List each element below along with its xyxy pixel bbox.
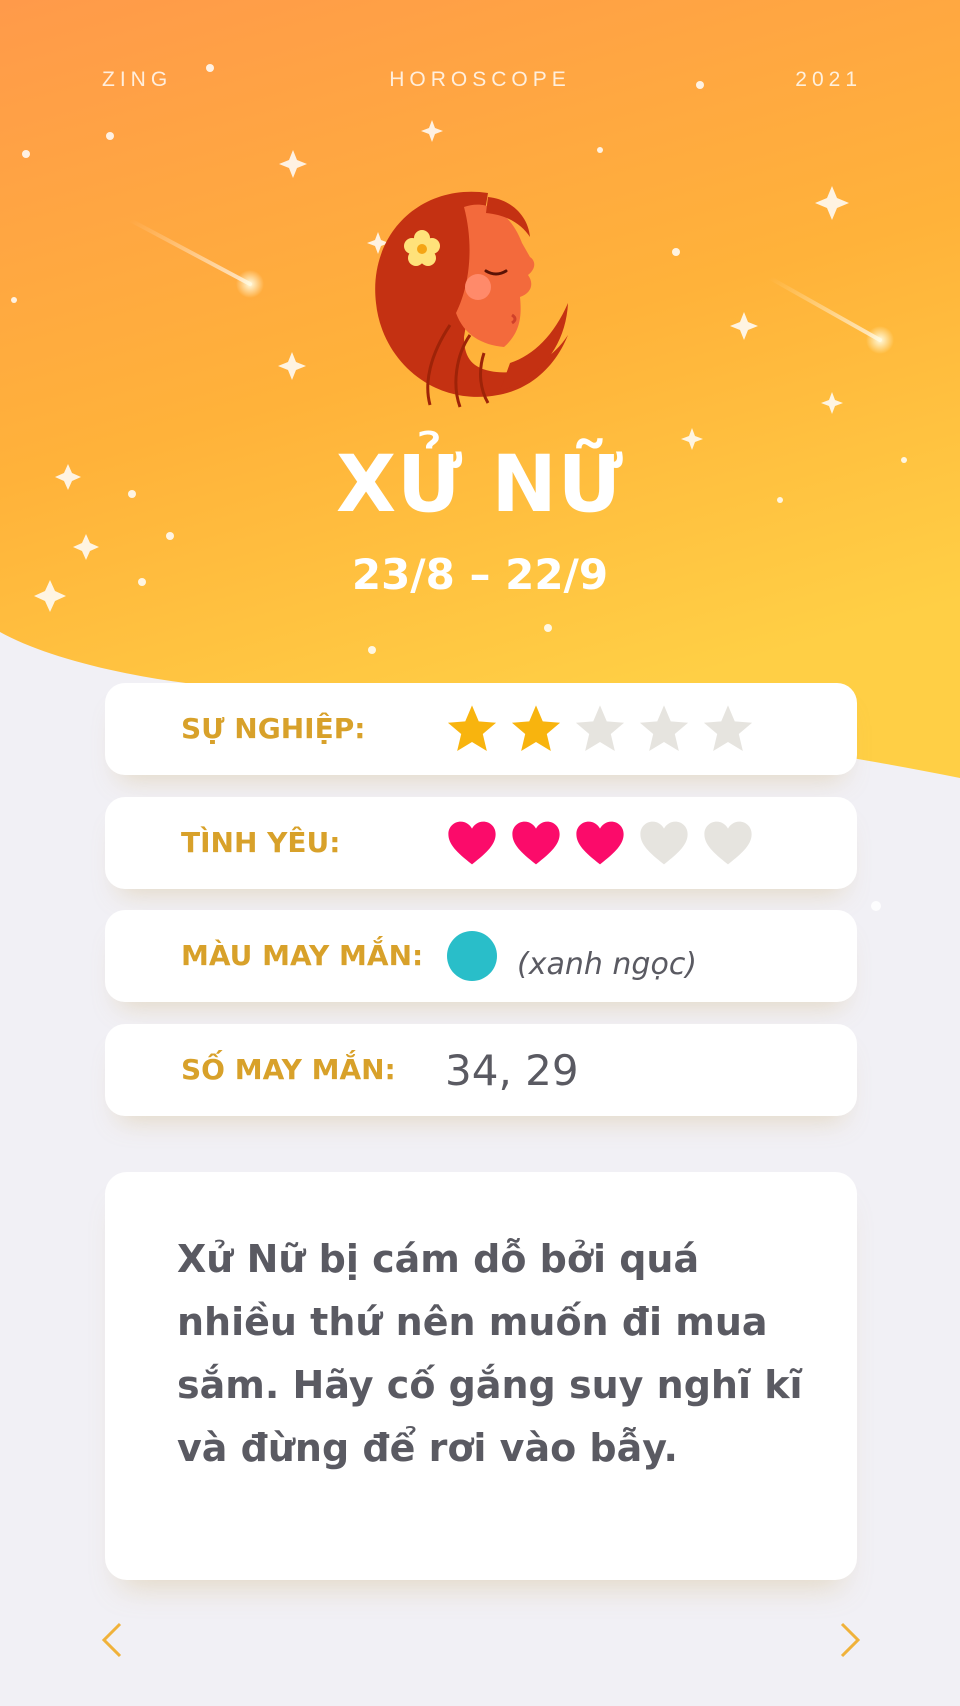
career-label: SỰ NGHIỆP: xyxy=(181,712,366,745)
love-card: TÌNH YÊU: xyxy=(105,797,857,889)
virgo-woman-icon xyxy=(375,191,568,408)
lucky-color-label: MÀU MAY MẮN: xyxy=(181,939,424,972)
lucky-color-card: MÀU MAY MẮN: (xanh ngọc) xyxy=(105,910,857,1002)
description-text: Xử Nữ bị cám dỗ bởi quá nhiều thứ nên mu… xyxy=(177,1237,803,1470)
heart-icon xyxy=(640,821,688,865)
lucky-color-swatch xyxy=(447,931,497,981)
love-rating xyxy=(445,797,765,889)
star-icon xyxy=(639,705,689,752)
description-card: Xử Nữ bị cám dỗ bởi quá nhiều thứ nên mu… xyxy=(105,1172,857,1580)
career-rating xyxy=(445,683,765,775)
lucky-number-value: 34, 29 xyxy=(445,1045,579,1095)
lucky-color-name: (xanh ngọc) xyxy=(517,946,698,982)
heart-icon xyxy=(512,821,560,865)
lucky-number-card: SỐ MAY MẮN: 34, 29 xyxy=(105,1024,857,1116)
lucky-number-label: SỐ MAY MẮN: xyxy=(181,1053,396,1086)
heart-icon xyxy=(448,821,496,865)
sign-dates: 23/8 – 22/9 xyxy=(351,550,609,599)
top-bar: ZING HOROSCOPE 2021 xyxy=(0,68,960,98)
career-card: SỰ NGHIỆP: xyxy=(105,683,857,775)
year-label: 2021 xyxy=(795,68,862,91)
star-icon xyxy=(703,705,753,752)
heart-icon xyxy=(576,821,624,865)
star-icon xyxy=(511,705,561,752)
sign-title: XỬ NỮ xyxy=(336,440,624,530)
chevron-right-icon[interactable] xyxy=(838,1622,862,1658)
star-icon xyxy=(575,705,625,752)
heart-icon xyxy=(704,821,752,865)
love-label: TÌNH YÊU: xyxy=(181,826,341,859)
chevron-left-icon[interactable] xyxy=(100,1622,124,1658)
star-icon xyxy=(447,705,497,752)
